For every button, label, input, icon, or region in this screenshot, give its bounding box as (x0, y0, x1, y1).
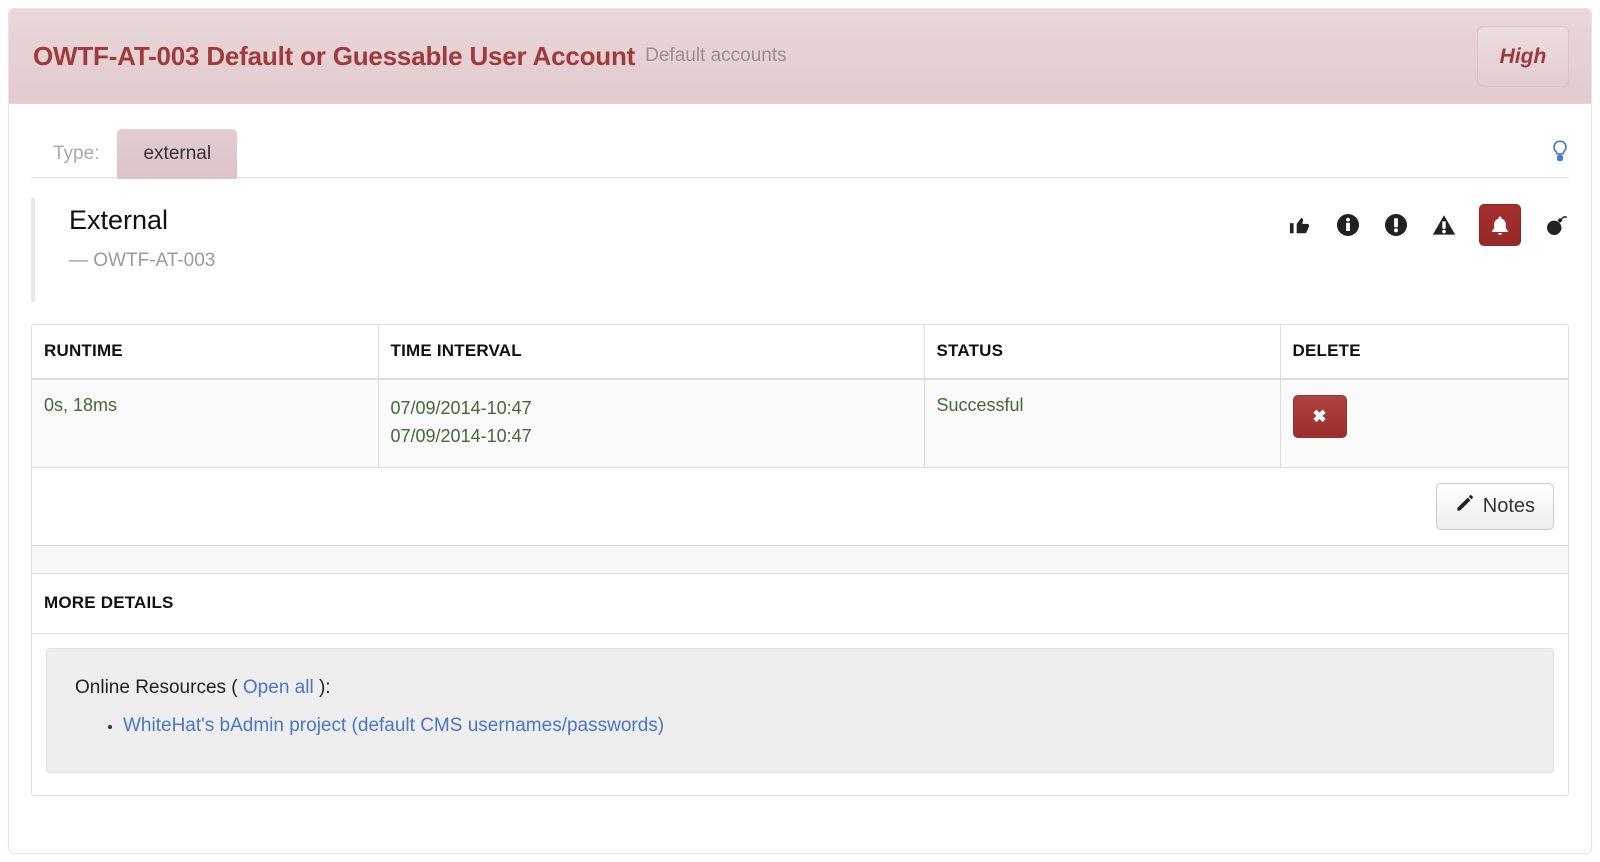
notes-button[interactable]: Notes (1435, 482, 1554, 530)
notes-button-label: Notes (1482, 494, 1535, 517)
table-row: 0s, 18ms 07/09/2014-10:47 07/09/2014-10:… (32, 379, 1568, 467)
online-resources-suffix: ): (318, 676, 331, 698)
cell-delete: ✖ (1280, 379, 1568, 467)
cell-runtime: 0s, 18ms (32, 379, 379, 467)
thumbs-up-icon[interactable] (1287, 212, 1313, 238)
page-subtitle: Default accounts (645, 45, 787, 66)
cell-status: Successful (924, 379, 1281, 467)
plugin-header: External — OWTF-AT-003 (31, 198, 1569, 302)
exclamation-circle-icon[interactable] (1383, 212, 1409, 238)
col-runtime: RUNTIME (32, 325, 379, 380)
lightbulb-icon[interactable] (1551, 140, 1569, 178)
plugin-title: External (69, 205, 169, 235)
vulnerability-panel: OWTF-AT-003 Default or Guessable User Ac… (8, 8, 1592, 854)
plugin-section: External — OWTF-AT-003 (9, 178, 1591, 302)
info-circle-icon[interactable] (1335, 212, 1361, 238)
type-tabs: Type: external (9, 104, 1591, 179)
panel-header: OWTF-AT-003 Default or Guessable User Ac… (9, 9, 1591, 104)
more-details-heading: MORE DETAILS (32, 572, 1568, 633)
rank-icon-row (1287, 204, 1569, 246)
bell-icon[interactable] (1479, 204, 1521, 246)
results-table: RUNTIME TIME INTERVAL STATUS DELETE 0s, … (32, 325, 1568, 467)
time-start: 07/09/2014-10:47 (390, 398, 532, 418)
col-delete: DELETE (1280, 325, 1568, 380)
resource-list: WhiteHat's bAdmin project (default CMS u… (75, 711, 1553, 741)
tabs-divider (31, 177, 1569, 178)
results-table-wrapper: RUNTIME TIME INTERVAL STATUS DELETE 0s, … (31, 324, 1569, 796)
col-time-interval: TIME INTERVAL (378, 325, 925, 380)
bomb-icon[interactable] (1543, 212, 1569, 238)
col-status: STATUS (924, 325, 1281, 380)
table-spacer (32, 544, 1568, 573)
cell-time-interval: 07/09/2014-10:47 07/09/2014-10:47 (378, 379, 925, 467)
tab-external[interactable]: external (117, 129, 238, 179)
warning-triangle-icon[interactable] (1431, 212, 1457, 238)
severity-badge: High (1477, 26, 1569, 87)
more-details-body: Online Resources ( Open all ): WhiteHat'… (32, 632, 1568, 795)
open-all-link[interactable]: Open all (243, 677, 314, 698)
notes-row: Notes (32, 466, 1568, 545)
page-title: OWTF-AT-003 Default or Guessable User Ac… (33, 40, 636, 71)
plugin-code: — OWTF-AT-003 (69, 249, 216, 271)
table-header-row: RUNTIME TIME INTERVAL STATUS DELETE (32, 325, 1568, 380)
type-label: Type: (53, 143, 100, 164)
page-root: OWTF-AT-003 Default or Guessable User Ac… (0, 0, 1600, 862)
list-item: WhiteHat's bAdmin project (default CMS u… (123, 711, 1553, 741)
pencil-icon (1455, 494, 1474, 519)
delete-button[interactable]: ✖ (1292, 395, 1347, 438)
online-resources-prefix: Online Resources ( (75, 676, 238, 698)
online-resources-box: Online Resources ( Open all ): WhiteHat'… (46, 647, 1554, 773)
resource-link[interactable]: WhiteHat's bAdmin project (default CMS u… (123, 715, 664, 736)
online-resources-line: Online Resources ( Open all ): (75, 675, 1553, 702)
time-end: 07/09/2014-10:47 (390, 425, 532, 446)
